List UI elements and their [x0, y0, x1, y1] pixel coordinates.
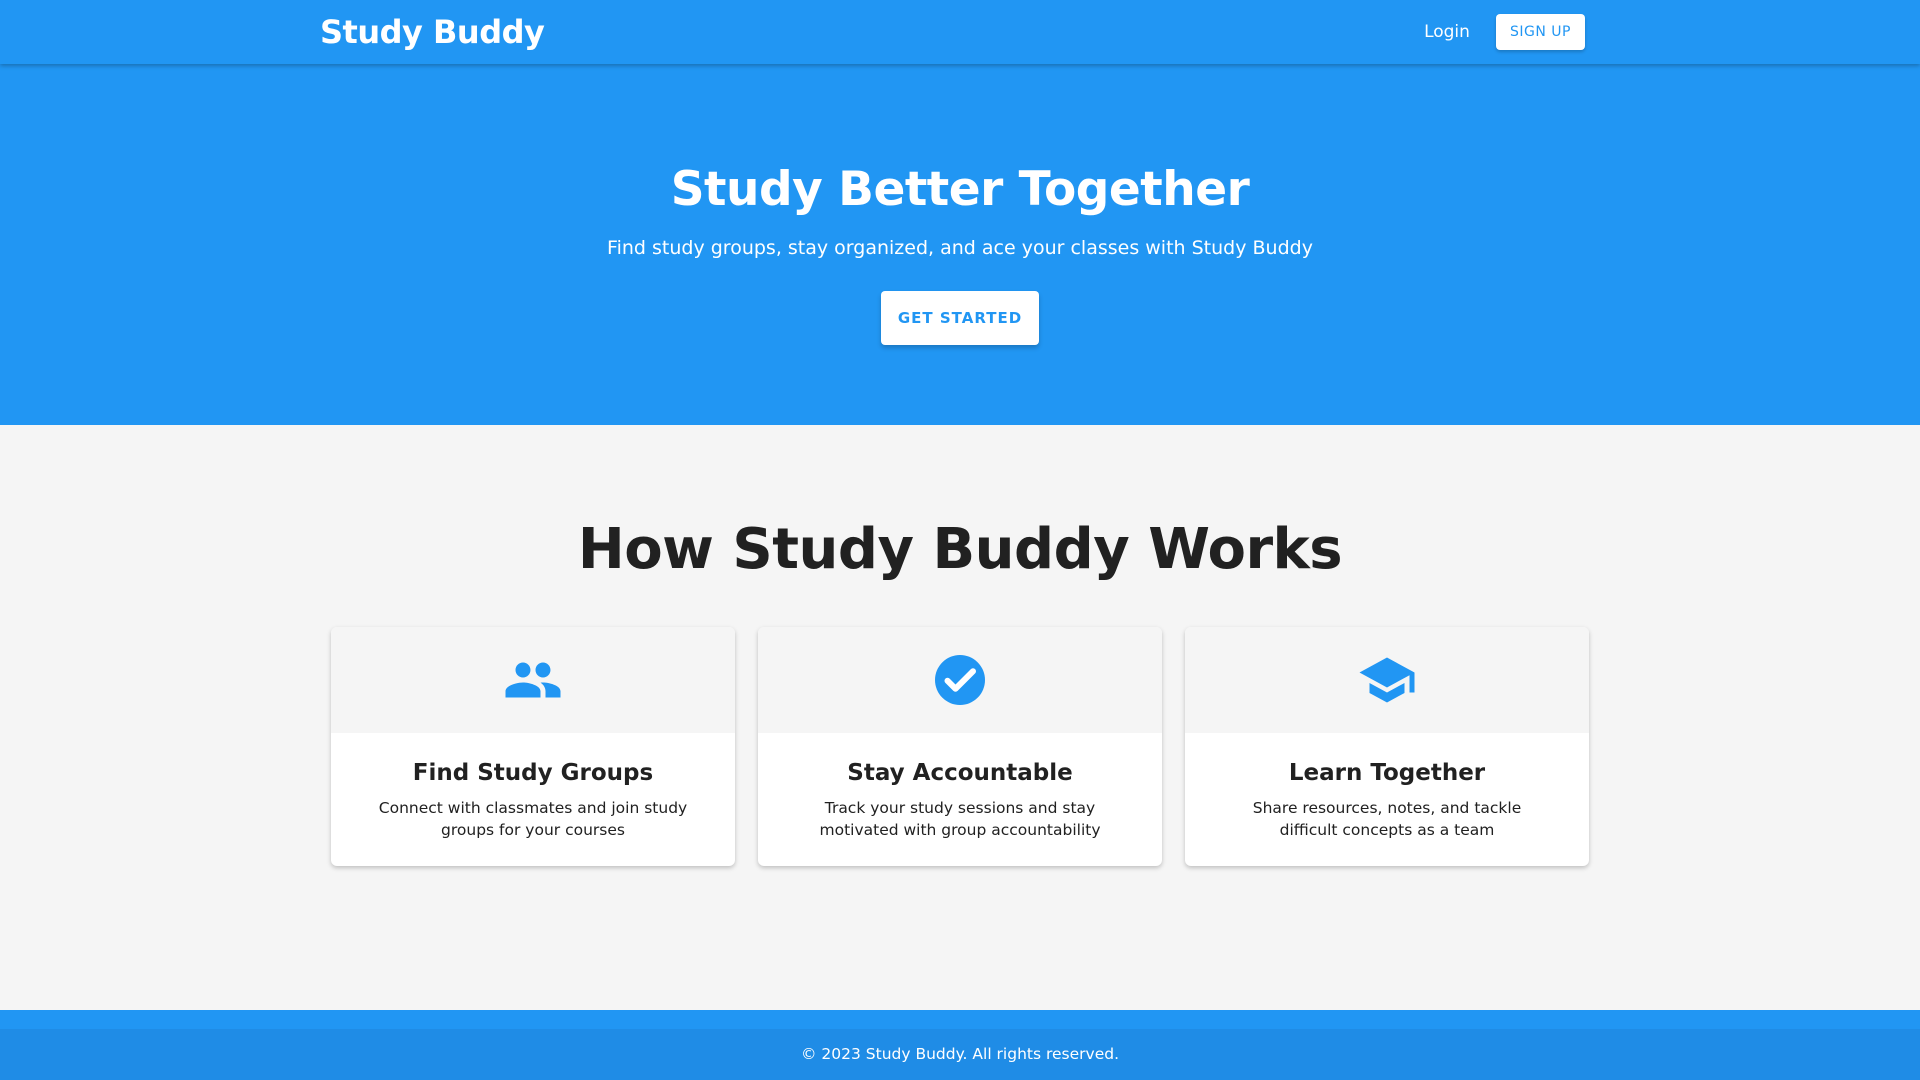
- navbar: Study Buddy Login SIGN UP: [0, 0, 1920, 64]
- card-description: Share resources, notes, and tackle diffi…: [1252, 799, 1522, 839]
- card-description: Connect with classmates and join study g…: [378, 799, 688, 839]
- feature-card-accountable: Stay Accountable Track your study sessio…: [758, 627, 1162, 866]
- check-circle-icon: [935, 655, 985, 705]
- footer: © 2023 Study Buddy. All rights reserved.: [0, 1010, 1920, 1080]
- group-icon: [505, 662, 561, 698]
- features-title: How Study Buddy Works: [577, 517, 1343, 582]
- card-title: Find Study Groups: [412, 760, 654, 786]
- card-media: [758, 627, 1162, 733]
- login-link[interactable]: Login: [1410, 17, 1484, 47]
- card-media: [1185, 627, 1589, 733]
- feature-card-find-groups: Find Study Groups Connect with classmate…: [331, 627, 735, 866]
- card-description: Track your study sessions and stay motiv…: [819, 799, 1101, 839]
- hero-subtitle: Find study groups, stay organized, and a…: [607, 237, 1313, 259]
- signup-button[interactable]: SIGN UP: [1496, 14, 1585, 50]
- card-title: Learn Together: [1288, 760, 1486, 786]
- copyright-text: © 2023 Study Buddy. All rights reserved.: [800, 1045, 1120, 1063]
- card-media: [331, 627, 735, 733]
- feature-card-learn-together: Learn Together Share resources, notes, a…: [1185, 627, 1589, 866]
- graduation-cap-icon: [1359, 657, 1415, 703]
- brand-logo[interactable]: Study Buddy: [320, 10, 545, 54]
- get-started-button[interactable]: GET STARTED: [881, 291, 1039, 345]
- card-title: Stay Accountable: [847, 760, 1073, 786]
- footer-band: [0, 1010, 1920, 1029]
- hero-title: Study Better Together: [670, 162, 1250, 217]
- hero-section: Study Better Together Find study groups,…: [0, 64, 1920, 425]
